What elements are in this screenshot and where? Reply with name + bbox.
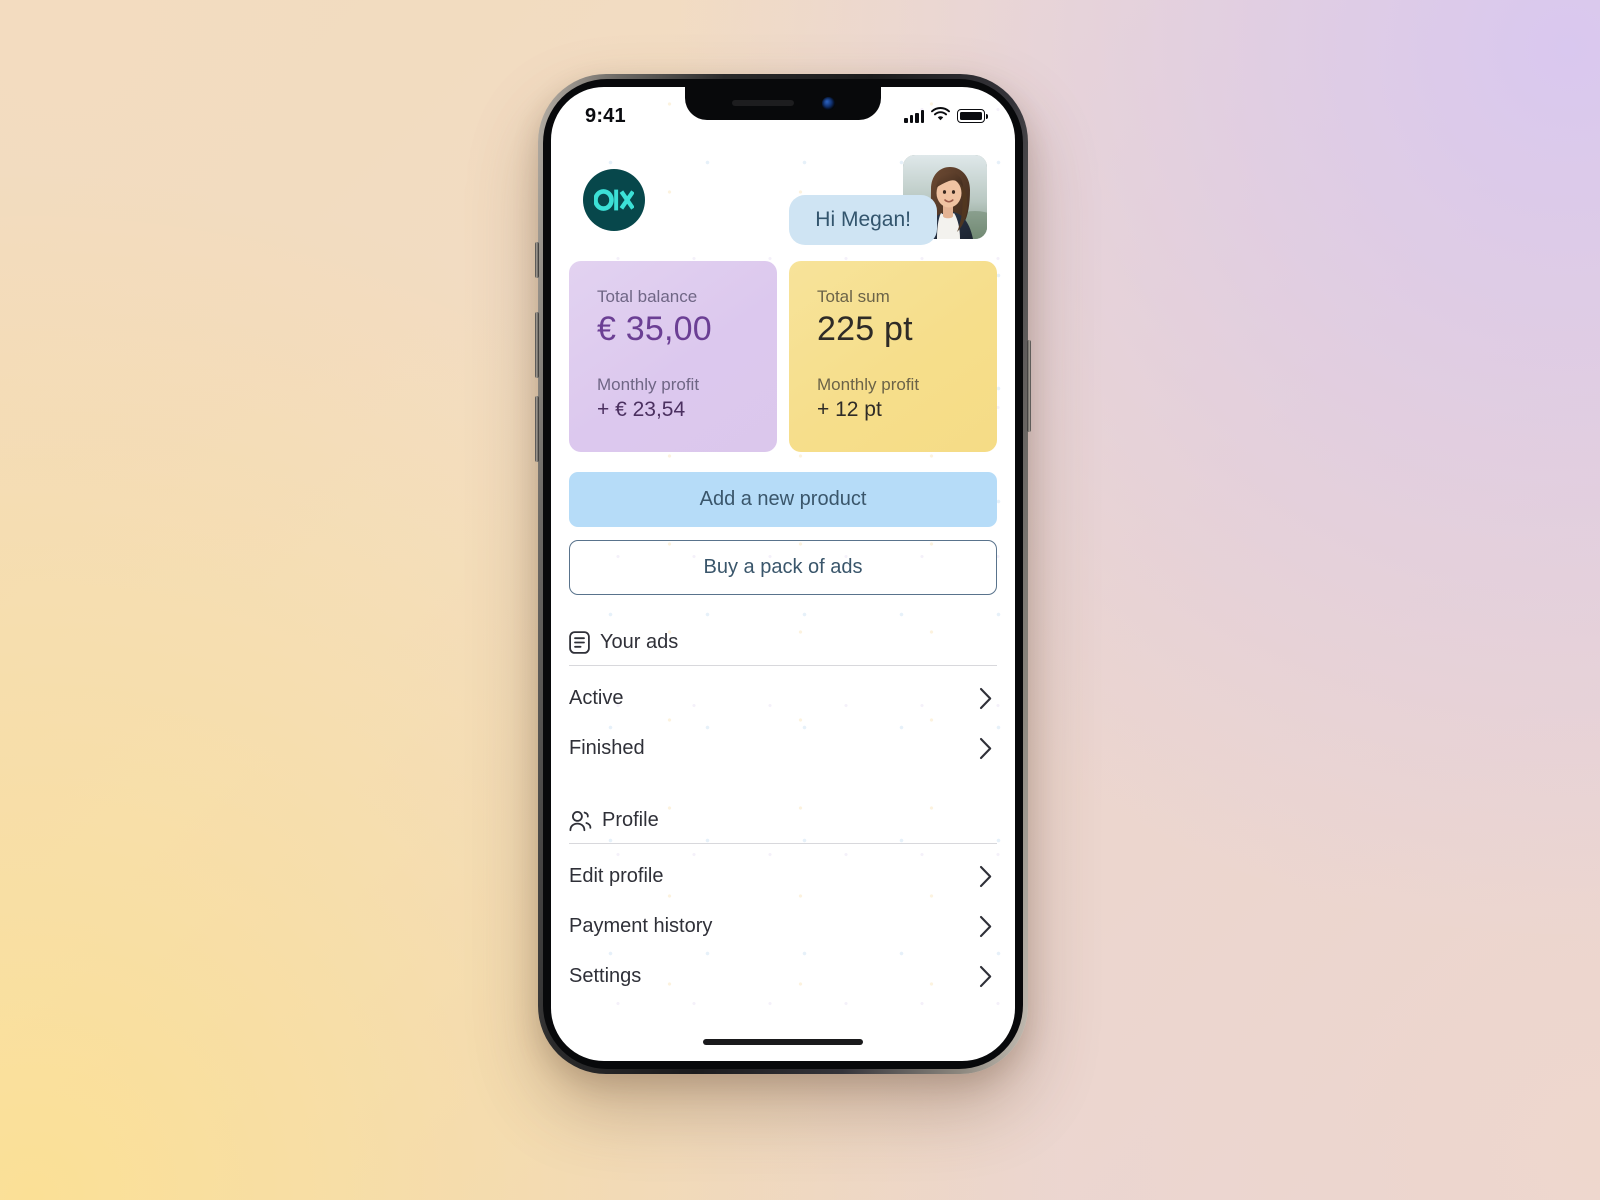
card-sub-value: + € 23,54: [597, 398, 686, 421]
wifi-icon: [931, 106, 950, 126]
phone-device: 9:41 Hi Megan! Total balance € 35,00 Mon…: [535, 74, 1031, 1074]
buy-pack-of-ads-button[interactable]: Buy a pack of ads: [569, 540, 997, 595]
earpiece-speaker-icon: [731, 100, 794, 106]
greeting-bubble: Hi Megan!: [789, 195, 937, 245]
card-sub-label: Monthly profit: [597, 375, 700, 394]
app-header: Hi Megan!: [567, 145, 999, 257]
section-header-your-ads: Your ads: [569, 631, 997, 666]
card-label: Total balance: [597, 287, 698, 306]
row-label: Settings: [569, 964, 642, 987]
chevron-right-icon: [979, 965, 997, 988]
chevron-right-icon: [979, 687, 997, 710]
chevron-right-icon: [979, 915, 997, 938]
app-content: Hi Megan! Total balance € 35,00 Monthly …: [551, 87, 1015, 1061]
row-label: Active: [569, 686, 624, 709]
row-edit-profile[interactable]: Edit profile: [569, 851, 997, 901]
card-total-sum[interactable]: Total sum 225 pt Monthly profit + 12 pt: [789, 261, 997, 452]
front-camera-icon: [821, 96, 835, 110]
card-sub-value: + 12 pt: [817, 398, 882, 421]
battery-full-icon: [957, 109, 989, 123]
row-label: Finished: [569, 736, 645, 759]
card-total-balance[interactable]: Total balance € 35,00 Monthly profit + €…: [569, 261, 777, 452]
chevron-right-icon: [979, 865, 997, 888]
add-new-product-button[interactable]: Add a new product: [569, 472, 997, 527]
row-active[interactable]: Active: [569, 673, 997, 723]
card-label: Total sum: [817, 287, 890, 306]
power-button[interactable]: [1027, 340, 1031, 432]
card-value: 225 pt: [817, 310, 913, 348]
card-value: € 35,00: [597, 310, 712, 348]
volume-up-button[interactable]: [535, 312, 539, 378]
section-title: Profile: [602, 809, 659, 831]
row-label: Edit profile: [569, 864, 664, 887]
section-your-ads: Your ads Active Finished: [567, 631, 999, 773]
people-icon: [569, 810, 592, 832]
status-bar-time: 9:41: [585, 104, 626, 127]
section-header-profile: Profile: [569, 809, 997, 844]
card-sub-label: Monthly profit: [817, 375, 920, 394]
olx-logo[interactable]: [583, 169, 645, 231]
action-buttons: Add a new product Buy a pack of ads: [567, 472, 999, 595]
section-profile: Profile Edit profile Payment history Set…: [567, 809, 999, 1001]
scene-background: 9:41 Hi Megan! Total balance € 35,00 Mon…: [0, 0, 1600, 1200]
chevron-right-icon: [979, 737, 997, 760]
device-notch: [685, 87, 881, 120]
document-list-icon: [569, 631, 590, 654]
phone-screen: 9:41 Hi Megan! Total balance € 35,00 Mon…: [551, 87, 1015, 1061]
row-payment-history[interactable]: Payment history: [569, 901, 997, 951]
stat-cards: Total balance € 35,00 Monthly profit + €…: [567, 261, 999, 452]
status-bar-icons: [904, 106, 989, 126]
row-settings[interactable]: Settings: [569, 951, 997, 1001]
section-title: Your ads: [600, 631, 679, 653]
silence-switch[interactable]: [535, 242, 539, 278]
row-finished[interactable]: Finished: [569, 723, 997, 773]
cellular-signal-icon: [904, 109, 924, 123]
home-indicator-bar[interactable]: [703, 1039, 863, 1045]
row-label: Payment history: [569, 914, 713, 937]
volume-down-button[interactable]: [535, 396, 539, 462]
